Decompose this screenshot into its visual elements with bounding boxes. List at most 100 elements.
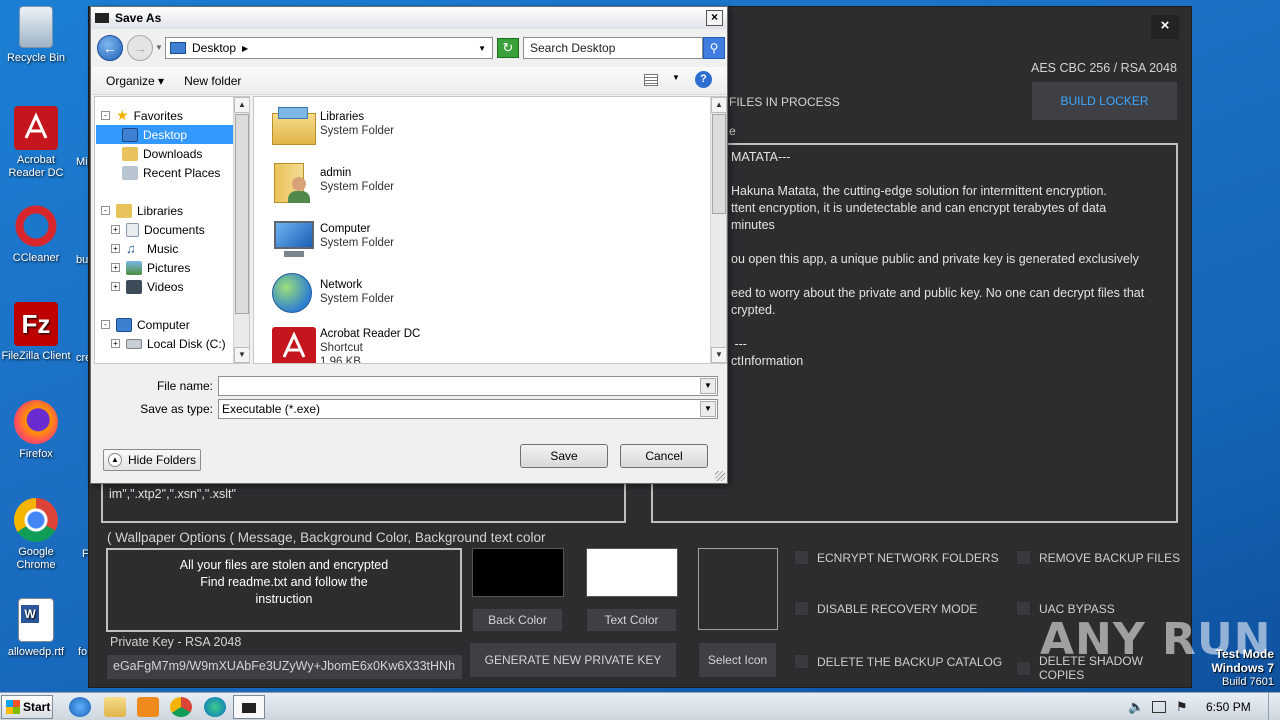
address-bar[interactable]: Desktop ▶ ▼ [165, 37, 493, 59]
checkbox-box[interactable] [794, 654, 809, 669]
tree-item-desktop[interactable]: Desktop [96, 125, 234, 144]
tree-scrollbar[interactable]: ▲ ▼ [233, 97, 249, 363]
file-item-computer[interactable]: Computer System Folder [270, 215, 394, 265]
search-input[interactable]: Search Desktop [523, 37, 703, 59]
media-player-icon[interactable] [137, 697, 159, 717]
dialog-close-button[interactable]: × [706, 10, 723, 26]
disable-recovery-mode-checkbox[interactable]: DISABLE RECOVERY MODE [794, 601, 977, 616]
chevron-down-icon[interactable]: ▼ [700, 401, 716, 417]
resize-grip-icon[interactable] [715, 471, 725, 481]
back-color-button[interactable]: Back Color [473, 609, 562, 631]
scroll-down-icon[interactable]: ▼ [234, 347, 249, 363]
new-folder-button[interactable]: New folder [184, 74, 241, 88]
text-color-button[interactable]: Text Color [587, 609, 676, 631]
app-close-button[interactable]: × [1151, 15, 1179, 39]
expand-icon[interactable]: + [111, 225, 120, 234]
scroll-up-icon[interactable]: ▲ [234, 97, 249, 113]
build-locker-button[interactable]: BUILD LOCKER [1032, 82, 1177, 120]
checkbox-box[interactable] [1016, 601, 1031, 616]
delete-backup-catalog-checkbox[interactable]: DELETE THE BACKUP CATALOG [794, 654, 1002, 669]
ransom-note-textbox[interactable]: MATATA--- Hakuna Matata, the cutting-edg… [651, 143, 1178, 523]
checkbox-box[interactable] [1016, 550, 1031, 565]
expand-icon[interactable]: + [111, 244, 120, 253]
collapse-icon[interactable]: - [101, 320, 110, 329]
save-button[interactable]: Save [520, 444, 608, 468]
tree-item-favorites[interactable]: - ★ Favorites [101, 106, 183, 125]
action-center-flag-icon[interactable]: ⚑ [1176, 699, 1188, 715]
tree-item-recent-places[interactable]: Recent Places [122, 163, 220, 182]
file-name-input[interactable]: ▼ [218, 376, 718, 396]
file-item-admin[interactable]: admin System Folder [270, 159, 394, 209]
file-item-acrobat-shortcut[interactable]: Acrobat Reader DC Shortcut 1.96 KB [270, 323, 420, 363]
generate-private-key-button[interactable]: GENERATE NEW PRIVATE KEY [470, 643, 676, 677]
select-icon-button[interactable]: Select Icon [699, 643, 776, 677]
wallpaper-message-textbox[interactable]: All your files are stolen and encrypted … [106, 548, 462, 632]
desktop-icon-chrome[interactable]: Google Chrome [0, 498, 72, 572]
chevron-down-icon[interactable]: ▼ [700, 378, 716, 394]
tree-item-local-disk[interactable]: + Local Disk (C:) [111, 334, 226, 353]
checkbox-box[interactable] [794, 601, 809, 616]
network-icon[interactable] [1152, 701, 1166, 713]
clock[interactable]: 6:50 PM [1206, 700, 1251, 714]
checkbox-box[interactable] [1016, 660, 1031, 676]
desktop-icon-ccleaner[interactable]: CCleaner [0, 204, 72, 265]
desktop-icon-allowedp[interactable]: W allowedp.rtf [0, 598, 72, 659]
file-item-libraries[interactable]: Libraries System Folder [270, 103, 394, 153]
file-list-scrollbar[interactable]: ▲ ▼ [710, 97, 726, 363]
back-button[interactable]: ← [97, 35, 123, 61]
encrypt-network-folders-checkbox[interactable]: ECNRYPT NETWORK FOLDERS [794, 550, 999, 565]
cancel-button[interactable]: Cancel [620, 444, 708, 468]
view-options-icon[interactable] [644, 74, 658, 86]
tree-item-videos[interactable]: + Videos [111, 277, 183, 296]
checkbox-label: ECNRYPT NETWORK FOLDERS [817, 550, 999, 565]
save-as-type-select[interactable]: Executable (*.exe) ▼ [218, 399, 718, 419]
refresh-button[interactable]: ↻ [497, 38, 519, 58]
internet-explorer-icon[interactable] [69, 697, 91, 717]
tree-item-libraries[interactable]: - Libraries [101, 201, 183, 220]
desktop-icon-firefox[interactable]: Firefox [0, 400, 72, 461]
private-key-field[interactable]: eGaFgM7m9/W9mXUAbFe3UZyWy+JbomE6x0Kw6X33… [107, 655, 462, 679]
tree-item-pictures[interactable]: + Pictures [111, 258, 190, 277]
start-button[interactable]: Start [1, 695, 53, 719]
hide-folders-label: Hide Folders [128, 453, 197, 467]
expand-icon[interactable]: + [111, 263, 120, 272]
tree-item-music[interactable]: + ♫ Music [111, 239, 178, 258]
desktop-icon-filezilla[interactable]: Fz FileZilla Client [0, 302, 72, 363]
scroll-thumb[interactable] [712, 114, 726, 214]
show-desktop-button[interactable] [1268, 693, 1280, 720]
tree-item-computer[interactable]: - Computer [101, 315, 190, 334]
expand-icon[interactable]: + [111, 339, 120, 348]
history-dropdown-icon[interactable]: ▼ [155, 43, 163, 52]
desktop-icon-recycle-bin[interactable]: Recycle Bin [0, 6, 72, 65]
edge-icon[interactable] [204, 697, 226, 717]
file-explorer-icon[interactable] [104, 697, 126, 717]
forward-button[interactable]: → [127, 35, 153, 61]
speaker-icon[interactable]: 🔈 [1128, 699, 1144, 715]
ccleaner-icon [14, 204, 58, 248]
organize-menu[interactable]: Organize ▾ [106, 74, 164, 88]
tree-item-downloads[interactable]: Downloads [122, 144, 202, 163]
search-icon[interactable]: ⚲ [703, 37, 725, 59]
chrome-icon[interactable] [170, 697, 192, 717]
collapse-icon[interactable]: - [101, 111, 110, 120]
checkbox-label: DISABLE RECOVERY MODE [817, 601, 978, 616]
dialog-titlebar[interactable]: Save As × [91, 7, 727, 29]
remove-backup-files-checkbox[interactable]: REMOVE BACKUP FILES [1016, 550, 1180, 565]
desktop-icon-acrobat[interactable]: Acrobat Reader DC [0, 106, 72, 180]
libraries-icon [116, 203, 132, 218]
chevron-right-icon[interactable]: ▶ [242, 44, 248, 53]
hide-folders-button[interactable]: ▲ Hide Folders [103, 449, 202, 471]
file-item-network[interactable]: Network System Folder [270, 271, 394, 321]
chevron-down-icon[interactable]: ▼ [478, 44, 486, 53]
active-app-button[interactable] [233, 695, 265, 719]
checkbox-box[interactable] [794, 550, 809, 565]
scroll-thumb[interactable] [235, 114, 249, 314]
view-dropdown-icon[interactable]: ▼ [672, 73, 680, 82]
expand-icon[interactable]: + [111, 282, 120, 291]
help-icon[interactable]: ? [695, 71, 712, 88]
scroll-down-icon[interactable]: ▼ [711, 347, 726, 363]
tree-item-documents[interactable]: + Documents [111, 220, 205, 239]
save-as-dialog: Save As × ← → ▼ Desktop ▶ ▼ ↻ Search Des… [90, 6, 728, 484]
collapse-icon[interactable]: - [101, 206, 110, 215]
scroll-up-icon[interactable]: ▲ [711, 97, 726, 113]
